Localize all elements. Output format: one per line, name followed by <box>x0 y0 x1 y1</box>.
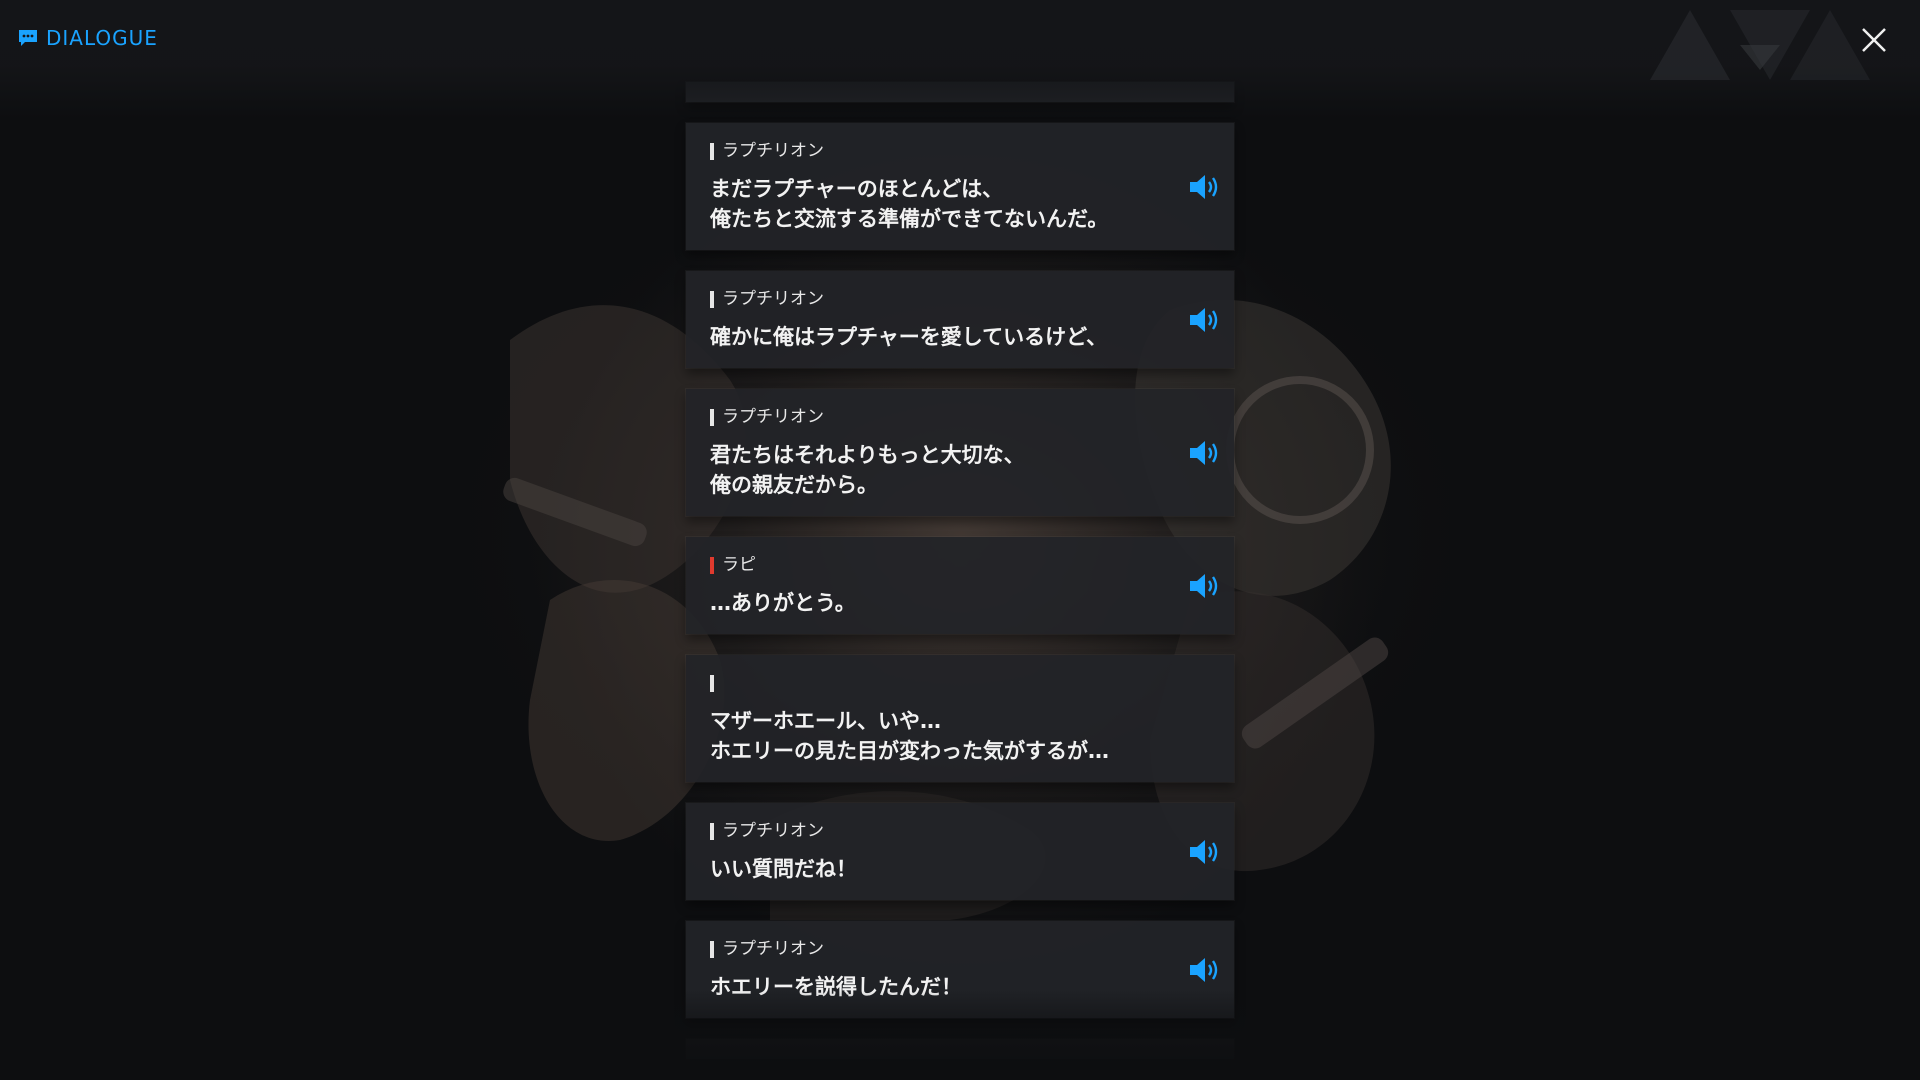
speaker-bar <box>710 408 714 426</box>
speaker-row: ラプチリオン <box>710 939 1144 959</box>
speaker-name: ラプチリオン <box>722 141 824 161</box>
speaker-bar <box>710 290 714 308</box>
speaker-volume-icon[interactable] <box>1188 305 1222 335</box>
dialogue-entry: ラプチリオン まだラプチャーのほとんどは、 俺たちと交流する準備ができてないんだ… <box>686 123 1234 250</box>
speaker-row: ラプチリオン <box>710 821 1144 841</box>
speaker-name: ラピ <box>722 555 756 575</box>
speaker-volume-icon[interactable] <box>1188 438 1222 468</box>
speaker-volume-icon[interactable] <box>1188 571 1222 601</box>
speaker-name: ラプチリオン <box>722 821 824 841</box>
dialogue-entry: ラプチリオン 君たちはそれよりもっと大切な、 俺の親友だから。 <box>686 389 1234 516</box>
screen-title: DIALOGUE <box>18 26 158 50</box>
speaker-row: ラプチリオン <box>710 407 1144 427</box>
dialogue-text: いい質問だね！ <box>710 857 857 881</box>
speaker-volume-icon[interactable] <box>1188 955 1222 985</box>
close-icon[interactable] <box>1858 24 1890 56</box>
page-title: DIALOGUE <box>46 26 158 50</box>
dialogue-log[interactable]: ラプチリオン まだラプチャーのほとんどは、 俺たちと交流する準備ができてないんだ… <box>686 82 1234 1080</box>
dialogue-entry: マザーホエール、いや… ホエリーの見た目が変わった気がするが… <box>686 655 1234 782</box>
dialogue-entry: ラプチリオン いい質問だね！ <box>686 803 1234 900</box>
decorative-triangles <box>1650 10 1870 80</box>
speaker-bar <box>710 822 714 840</box>
speaker-name: ラプチリオン <box>722 289 824 309</box>
dialogue-entry: ラプチリオン 確かに俺はラプチャーを愛しているけど、 <box>686 271 1234 368</box>
dialogue-text: まだラプチャーのほとんどは、 俺たちと交流する準備ができてないんだ。 <box>710 177 1109 231</box>
speaker-name: ラプチリオン <box>722 407 824 427</box>
speaker-bar <box>710 142 714 160</box>
speaker-row: ラプチリオン <box>710 289 1144 309</box>
dialogue-text: マザーホエール、いや… ホエリーの見た目が変わった気がするが… <box>710 709 1109 763</box>
top-bar: DIALOGUE <box>0 0 1920 120</box>
speaker-row: ラピ <box>710 555 1144 575</box>
dialogue-entry: ラピ …ありがとう。 <box>686 537 1234 634</box>
speaker-row: ラプチリオン <box>710 141 1144 161</box>
dialogue-screen: DIALOGUE ラプチリオン まだラプチャーのほとんどは、 俺たちと交流する準… <box>0 0 1920 1080</box>
speaker-volume-icon[interactable] <box>1188 172 1222 202</box>
bottom-fade <box>0 990 1920 1080</box>
speaker-bar-highlight <box>710 556 714 574</box>
speaker-bar <box>710 674 714 692</box>
speaker-volume-icon[interactable] <box>1188 837 1222 867</box>
dialogue-text: 確かに俺はラプチャーを愛しているけど、 <box>710 325 1108 349</box>
speaker-name: ラプチリオン <box>722 939 824 959</box>
speaker-bar <box>710 940 714 958</box>
chat-bubble-icon <box>19 30 37 46</box>
dialogue-text: …ありがとう。 <box>710 591 856 615</box>
dialogue-text: 君たちはそれよりもっと大切な、 俺の親友だから。 <box>710 443 1025 497</box>
speaker-row <box>710 673 1144 693</box>
